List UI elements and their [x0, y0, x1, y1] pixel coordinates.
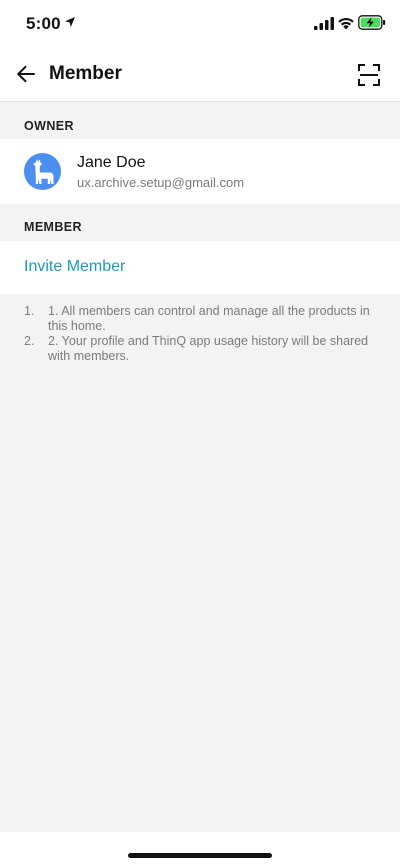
- battery-charging-icon: [358, 15, 386, 30]
- status-time: 5:00: [26, 14, 61, 33]
- bottom-bar: [0, 832, 400, 866]
- note-text: 2. Your profile and ThinQ app usage hist…: [48, 334, 369, 363]
- home-indicator: [128, 853, 272, 858]
- note-text: 1. All members can control and manage al…: [48, 304, 370, 333]
- member-section-label: MEMBER: [24, 220, 82, 234]
- note-number: 2.: [24, 334, 35, 348]
- wifi-icon: [338, 17, 354, 30]
- note-number: 1.: [24, 304, 35, 318]
- avatar: [24, 153, 61, 190]
- invite-member-row: Invite Member: [0, 241, 400, 294]
- arrow-left-icon: [17, 65, 35, 83]
- notes-list: 1. 1. All members can control and manage…: [24, 304, 376, 364]
- scan-qr-button[interactable]: [354, 60, 384, 90]
- note-item: 2. 2. Your profile and ThinQ app usage h…: [24, 334, 376, 364]
- scan-frame-icon: [358, 64, 380, 86]
- app-bar: Member: [0, 48, 400, 102]
- cellular-signal-icon: [314, 17, 334, 30]
- llama-icon: [32, 158, 53, 184]
- location-arrow-icon: [65, 17, 75, 27]
- page-title: Member: [49, 63, 122, 84]
- note-item: 1. 1. All members can control and manage…: [24, 304, 376, 334]
- status-bar: 5:00: [0, 0, 400, 48]
- owner-email: ux.archive.setup@gmail.com: [77, 175, 245, 190]
- owner-section-label: OWNER: [24, 119, 74, 133]
- back-button[interactable]: [10, 58, 42, 90]
- owner-card: Jane Doe ux.archive.setup@gmail.com: [0, 139, 400, 204]
- invite-member-button[interactable]: Invite Member: [24, 258, 125, 276]
- owner-name: Jane Doe: [77, 154, 146, 171]
